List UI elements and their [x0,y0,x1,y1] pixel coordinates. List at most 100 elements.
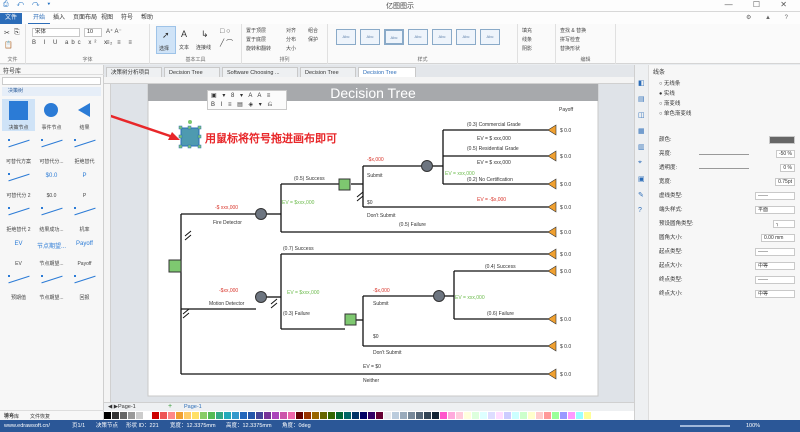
color-swatch[interactable] [176,412,184,419]
prop-end-type[interactable]: 终点类型: —— [659,275,797,285]
image-panel-icon[interactable]: ▦ [638,127,645,135]
menu-tab-home[interactable]: 开始 [28,13,51,24]
decision-node-submit1[interactable] [338,178,351,191]
color-swatch[interactable] [160,412,168,419]
color-swatch[interactable] [360,412,368,419]
shadow-panel-icon[interactable]: ◫ [638,111,645,119]
prop-start-size[interactable]: 起点大小: 中等 [659,261,797,271]
line-option-gradient[interactable]: ○ 渐变线 [659,99,680,107]
menu-file[interactable]: 文件 [0,13,23,24]
style-preset-4[interactable]: Abc [408,29,428,45]
status-url[interactable]: www.edrawsoft.cn/ [4,420,50,432]
color-swatch[interactable] [424,412,432,419]
add-page-icon[interactable]: + [168,403,172,410]
menu-tab-help[interactable]: 帮助 [136,13,158,24]
color-swatch[interactable] [464,412,472,419]
line-option-none[interactable]: ○ 无线条 [659,79,680,87]
floating-format-toolbar[interactable]: ▣ ▾ 8 ▾ A A ≡ B I ≡ ▤ ◈ ▾ ⎌ [207,90,287,110]
decision-node-root[interactable] [168,259,182,273]
color-swatch[interactable] [400,412,408,419]
symbol-item[interactable]: 决策节点 [2,99,35,131]
color-swatch[interactable] [352,412,360,419]
color-swatch[interactable] [280,412,288,419]
menu-tab-insert[interactable]: 插入 [48,13,70,24]
color-swatch[interactable] [144,412,152,419]
color-swatch[interactable] [368,412,376,419]
color-swatch[interactable] [472,412,480,419]
cut-icon[interactable]: ✂ [4,29,10,37]
select-button[interactable]: ➚ 选择 [156,26,176,54]
symbol-item[interactable]: 机率 [68,201,101,233]
color-swatch[interactable] [248,412,256,419]
window-controls[interactable]: — ☐ ✕ [725,0,796,9]
layer-panel-icon[interactable]: ▥ [638,143,645,151]
prop-transparency[interactable]: 透明度: 0 % [659,163,797,173]
symbol-item[interactable]: 事件节点 [35,99,68,131]
chance-node-cert[interactable] [421,160,433,172]
color-swatch[interactable] [520,412,528,419]
library-category-header[interactable]: 决策树 [2,87,101,96]
color-swatches[interactable] [104,412,634,419]
prop-corner-size[interactable]: 圆角大小: 0.00 mm [659,233,797,243]
rotate-flip-button[interactable]: 旋转和翻转 [246,45,271,52]
font-format-icons[interactable]: B I U abc x² x₂ [32,40,115,46]
paste-icon[interactable]: 📋 [4,41,13,49]
color-swatch[interactable] [496,412,504,419]
prop-start-type[interactable]: 起点类型: —— [659,247,797,257]
color-swatch[interactable] [512,412,520,419]
help-panel-icon[interactable]: ? [638,207,642,214]
color-swatch[interactable] [568,412,576,419]
style-preset-2[interactable]: Abc [360,29,380,45]
symbol-item[interactable]: 可替代方案 [2,133,35,165]
page-select[interactable]: Page-1 [118,404,136,410]
prop-brightness[interactable]: 亮度: -50 % [659,149,797,159]
symbol-item[interactable]: 结果 [68,99,101,131]
color-palette[interactable]: 填充 [4,411,634,420]
color-swatch[interactable] [296,412,304,419]
line-panel-icon[interactable]: ▤ [638,95,645,103]
distribute-button[interactable]: 分布 [286,36,296,43]
color-swatch[interactable] [440,412,448,419]
color-swatch[interactable] [488,412,496,419]
color-swatch[interactable] [200,412,208,419]
fill-button[interactable]: 填充 [522,27,532,34]
symbol-item[interactable]: EV EV [2,235,35,267]
color-swatch[interactable] [432,412,440,419]
color-swatch[interactable] [328,412,336,419]
prop-corner-preset[interactable]: 预设圆角类型: ╮ [659,219,797,229]
map-panel-icon[interactable]: ⌖ [638,159,642,167]
shape-icons[interactable]: □ ○ [220,28,230,35]
font-name-select[interactable]: 宋体 [32,28,80,37]
protect-button[interactable]: 保护 [308,36,318,43]
chance-node-submit2[interactable] [433,290,445,302]
copy-icon[interactable]: ⎘ [14,29,20,37]
shadow-button[interactable]: 阴影 [522,45,532,52]
replace-shape-button[interactable]: 替换形状 [560,45,580,52]
color-swatch[interactable] [344,412,352,419]
note-panel-icon[interactable]: ▣ [638,175,645,183]
style-preset-3[interactable]: Abc [384,29,404,45]
prop-cap-style[interactable]: 端头样式: 平面 [659,205,797,215]
color-swatch[interactable] [232,412,240,419]
color-swatch[interactable] [456,412,464,419]
tab-file-recovery[interactable]: 文件恢复 [30,413,50,420]
page-tab[interactable]: Page-1 [184,404,202,410]
color-swatch[interactable] [136,412,144,419]
color-swatch[interactable] [184,412,192,419]
line-button[interactable]: 线条 [522,36,532,43]
symbol-item[interactable]: 拒绝替代 2 [2,201,35,233]
color-swatch[interactable] [576,412,584,419]
symbol-item[interactable]: 节点期望... [35,269,68,301]
color-swatch[interactable] [120,412,128,419]
symbol-item[interactable]: 结果成功... [35,201,68,233]
color-swatch[interactable] [128,412,136,419]
connector-button[interactable]: ↳ 连接线 [196,26,216,54]
line-option-solid[interactable]: ● 实线 [659,89,675,97]
color-swatch[interactable] [560,412,568,419]
font-size-select[interactable]: 10 [84,28,102,37]
color-swatch[interactable] [504,412,512,419]
color-swatch[interactable] [416,412,424,419]
doc-tab-3[interactable]: Software Choosing ... [222,67,298,77]
color-swatch[interactable] [528,412,536,419]
color-swatch[interactable] [272,412,280,419]
